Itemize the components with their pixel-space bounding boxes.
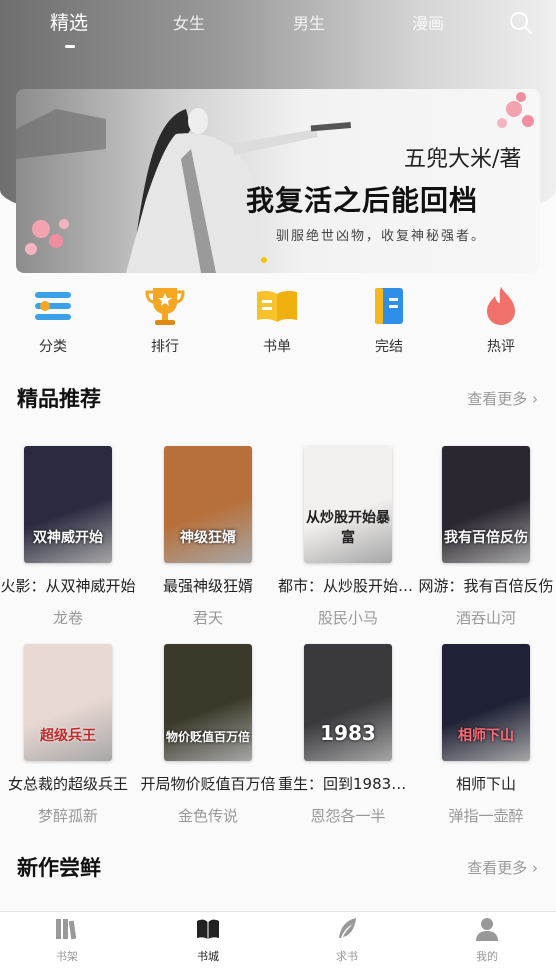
- book-card[interactable]: 我有百倍反伤 网游：我有百倍反伤 酒吞山河: [416, 446, 556, 628]
- carousel-indicator: [261, 257, 267, 263]
- tab-comics[interactable]: 漫画: [412, 10, 444, 34]
- book-card[interactable]: 超级兵王 女总裁的超级兵王 梦醉孤新: [0, 644, 138, 826]
- feather-icon: [339, 918, 356, 938]
- nav-label: 我的: [476, 950, 498, 963]
- section-title-new: 新作尝鲜: [17, 856, 101, 880]
- book-card[interactable]: 相师下山 相师下山 弹指一壶醉: [416, 644, 556, 826]
- category-booklist[interactable]: 书单: [232, 284, 322, 356]
- category-label: 热评: [487, 339, 515, 355]
- book-author: 梦醉孤新: [37, 807, 98, 825]
- cover-title: 我有百倍反伤: [444, 530, 528, 546]
- book-author: 股民小马: [317, 609, 378, 627]
- nav-request-book[interactable]: 求书: [307, 916, 387, 964]
- book-card[interactable]: 从炒股开始暴富 都市：从炒股开始暴富 股民小马: [278, 446, 418, 628]
- book-cover: 相师下山: [442, 644, 530, 761]
- book-title: 最强神级狂婿: [162, 577, 253, 595]
- book-icon: [197, 919, 219, 939]
- book-title: 网游：我有百倍反伤: [418, 577, 554, 595]
- cover-title: 物价贬值百万倍: [165, 730, 250, 744]
- cover-title: 相师下山: [458, 728, 514, 744]
- active-tab-indicator: [65, 45, 75, 48]
- list-icon: [35, 292, 71, 320]
- category-row: 分类 排行 书单 完结 热评: [0, 284, 556, 364]
- book-author: 金色传说: [177, 807, 238, 825]
- cover-title: 双神威开始: [33, 530, 103, 546]
- book-card[interactable]: 双神威开始 火影：从双神威开始 龙卷: [0, 446, 138, 628]
- book-cover: 超级兵王: [24, 644, 112, 761]
- more-label: 查看更多: [467, 390, 528, 408]
- book-author: 恩怨各一半: [310, 807, 386, 825]
- cover-title: 从炒股开始暴富: [306, 510, 390, 546]
- bookshelf-icon: [56, 919, 77, 940]
- book-author: 弹指一壶醉: [448, 807, 524, 825]
- more-label: 查看更多: [467, 859, 528, 877]
- book-author: 君天: [192, 609, 223, 627]
- category-ranking[interactable]: 排行: [120, 284, 210, 356]
- tab-featured[interactable]: 精选: [50, 8, 88, 35]
- category-label: 完结: [375, 339, 403, 355]
- promo-banner[interactable]: 五兜大米/著 我复活之后能回档 驯服绝世凶物，收复神秘强者。: [16, 89, 540, 273]
- book-card[interactable]: 1983 重生：回到1983当富翁 恩怨各一半: [278, 644, 418, 826]
- banner-title: 我复活之后能回档: [246, 184, 479, 217]
- cover-title: 1983: [320, 721, 376, 745]
- category-classify[interactable]: 分类: [8, 284, 98, 356]
- nav-bookshelf[interactable]: 书架: [27, 916, 107, 964]
- book-title: 火影：从双神威开始: [0, 577, 136, 595]
- flame-icon: [487, 287, 515, 325]
- category-label: 分类: [39, 339, 67, 355]
- category-completed[interactable]: 完结: [344, 284, 434, 356]
- banner-subtitle: 驯服绝世凶物，收复神秘强者。: [276, 229, 487, 244]
- book-cover: 双神威开始: [24, 446, 112, 563]
- search-icon[interactable]: [508, 10, 534, 36]
- user-icon: [476, 918, 498, 941]
- book-title: 相师下山: [455, 775, 516, 793]
- tab-female[interactable]: 女生: [173, 10, 205, 34]
- book-card[interactable]: 神级狂婿 最强神级狂婿 君天: [138, 446, 278, 628]
- featured-more-link[interactable]: 查看更多 ›: [467, 388, 538, 409]
- book-title: 开局物价贬值百万倍: [140, 775, 276, 793]
- nav-bookstore[interactable]: 书城: [168, 916, 248, 964]
- new-more-link[interactable]: 查看更多 ›: [467, 857, 538, 878]
- nav-label: 书架: [56, 950, 78, 963]
- top-tabs: 精选 女生 男生 漫画: [0, 0, 556, 60]
- book-card[interactable]: 物价贬值百万倍 开局物价贬值百万倍 金色传说: [138, 644, 278, 826]
- tab-male[interactable]: 男生: [293, 10, 325, 34]
- category-label: 书单: [263, 339, 291, 355]
- bottom-nav: 书架 书城 求书 我的: [0, 911, 556, 970]
- nav-label: 求书: [336, 950, 358, 963]
- trophy-icon: [145, 288, 185, 325]
- book-cover: 物价贬值百万倍: [164, 644, 252, 761]
- category-label: 排行: [151, 339, 179, 355]
- nav-profile[interactable]: 我的: [447, 916, 527, 964]
- book-title: 重生：回到1983当富翁: [278, 775, 418, 793]
- book-title: 女总裁的超级兵王: [7, 775, 128, 793]
- book-open-icon: [257, 290, 297, 322]
- cover-title: 神级狂婿: [180, 530, 236, 546]
- cover-title: 超级兵王: [40, 728, 96, 744]
- bookmark-book-icon: [375, 288, 403, 324]
- book-cover: 从炒股开始暴富: [304, 446, 392, 563]
- category-hot-reviews[interactable]: 热评: [456, 284, 546, 356]
- book-title: 都市：从炒股开始暴富: [278, 577, 418, 595]
- nav-label: 书城: [197, 950, 219, 963]
- book-author: 龙卷: [52, 609, 83, 627]
- book-author: 酒吞山河: [455, 609, 516, 627]
- book-cover: 我有百倍反伤: [442, 446, 530, 563]
- book-cover: 1983: [304, 644, 392, 761]
- section-title-featured: 精品推荐: [17, 387, 101, 411]
- book-cover: 神级狂婿: [164, 446, 252, 563]
- banner-author: 五兜大米/著: [404, 147, 522, 172]
